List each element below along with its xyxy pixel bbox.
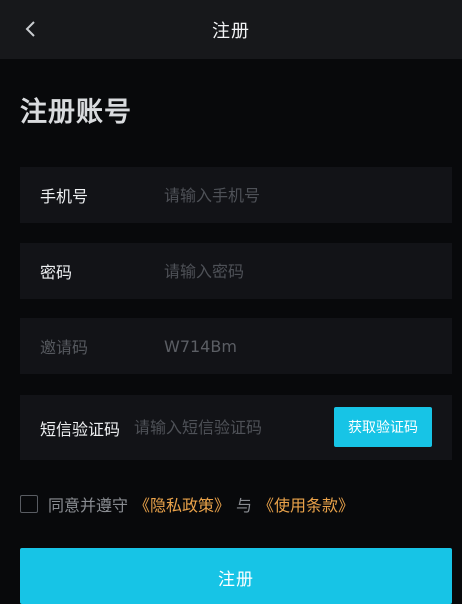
phone-label: 手机号: [40, 187, 89, 206]
password-label: 密码: [40, 263, 73, 282]
terms-of-use-link[interactable]: 《使用条款》: [258, 492, 354, 516]
agree-checkbox[interactable]: [20, 495, 38, 513]
register-heading: 注册账号: [20, 97, 132, 128]
phone-input[interactable]: [164, 167, 452, 223]
password-input[interactable]: [164, 243, 452, 299]
invite-code-input: [164, 318, 452, 374]
password-field: 密码: [20, 243, 452, 299]
agreement-joiner: 与: [236, 496, 253, 515]
phone-field: 手机号: [20, 167, 452, 223]
top-bar: 注册: [0, 0, 462, 59]
back-button[interactable]: [16, 14, 46, 44]
agreement-row: 同意并遵守 《隐私政策》 与 《使用条款》: [20, 492, 354, 516]
sms-code-field: 短信验证码 获取验证码: [20, 395, 452, 460]
privacy-policy-link[interactable]: 《隐私政策》: [134, 492, 230, 516]
sms-code-label: 短信验证码: [40, 419, 121, 439]
invite-label: 邀请码: [40, 338, 89, 357]
invite-field: 邀请码: [20, 318, 452, 374]
get-code-button[interactable]: 获取验证码: [334, 407, 432, 447]
register-button[interactable]: 注册: [20, 548, 452, 604]
chevron-left-icon: [25, 21, 35, 37]
agreement-prefix: 同意并遵守: [48, 496, 129, 515]
page-title: 注册: [212, 20, 250, 42]
